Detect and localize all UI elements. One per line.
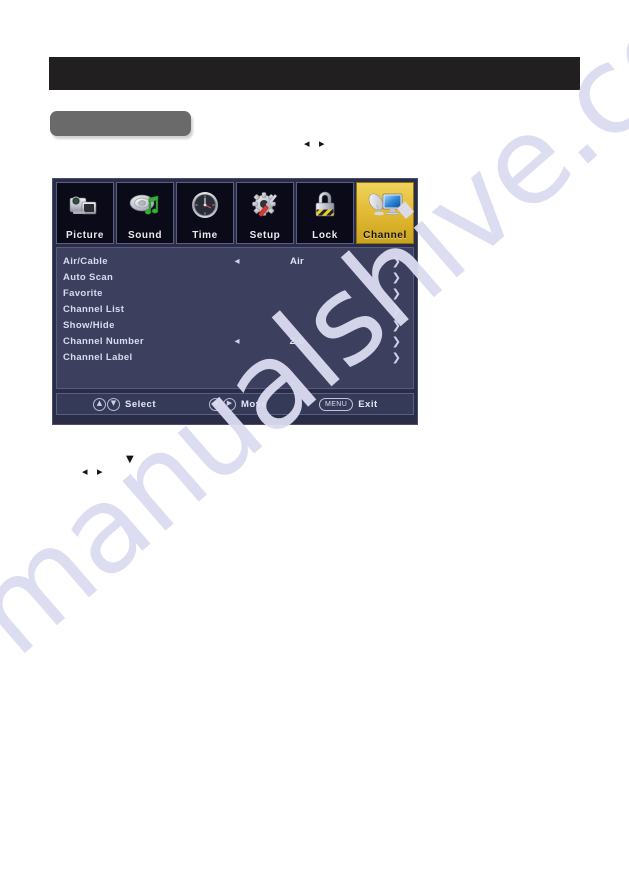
menu-row-label: Show/Hide	[63, 319, 115, 331]
hint-exit-label: Exit	[358, 398, 378, 410]
hint-move-label: Move	[241, 398, 268, 410]
menu-row-value: 2-0	[289, 335, 305, 347]
menu-key-icon: MENU	[319, 397, 354, 411]
tab-time-label: Time	[192, 230, 218, 241]
menu-row-favorite[interactable]: Favorite ❯	[63, 285, 407, 301]
tab-time[interactable]: Time	[176, 182, 234, 244]
hint-exit: MENU Exit	[319, 397, 378, 411]
hint-move: ◀ ▶ Move	[209, 397, 268, 411]
left-key-icon: ◀	[209, 397, 222, 411]
tab-channel-label: Channel	[363, 230, 407, 241]
menu-row-label: Air/Cable	[63, 255, 108, 267]
up-key-icon: ▲	[93, 397, 106, 411]
speaker-music-note-icon	[117, 187, 173, 225]
osd-tab-strip: Picture Sound Time Setup Lock Channel	[56, 182, 414, 244]
menu-row-value: Air	[289, 255, 305, 267]
left-arrow-icon[interactable]: ◂	[223, 336, 251, 347]
menu-row-label: Favorite	[63, 287, 103, 299]
down-arrow-icon: ▼	[126, 454, 137, 465]
hint-select-label: Select	[125, 398, 156, 410]
menu-row-label: Channel Number	[63, 335, 144, 347]
menu-row-channel-number[interactable]: Channel Number ◂ 2-0 ❯	[63, 333, 407, 349]
camcorder-icon	[57, 187, 113, 225]
redacted-section-chip	[50, 111, 191, 136]
right-arrow-icon[interactable]: ❯	[392, 255, 401, 268]
clock-dial-icon	[177, 187, 233, 225]
left-right-arrow-icon-bottom: ◂ ▸	[82, 465, 106, 478]
left-right-arrow-icon-top: ◂ ▸	[304, 137, 328, 150]
right-key-icon: ▶	[223, 397, 236, 411]
tab-picture[interactable]: Picture	[56, 182, 114, 244]
tab-sound[interactable]: Sound	[116, 182, 174, 244]
menu-row-air-cable[interactable]: Air/Cable ◂ Air ❯	[63, 253, 407, 269]
menu-row-auto-scan[interactable]: Auto Scan ❯	[63, 269, 407, 285]
left-right-key-icons: ◀ ▶	[209, 397, 236, 411]
down-key-icon: ▼	[107, 397, 120, 411]
menu-row-label: Channel List	[63, 303, 125, 315]
right-arrow-icon[interactable]: ❯	[392, 287, 401, 300]
right-arrow-icon[interactable]: ❯	[392, 271, 401, 284]
osd-menu-list: Air/Cable ◂ Air ❯ Auto Scan ❯ Favorite ❯…	[56, 247, 414, 389]
menu-row-show-hide[interactable]: Show/Hide ❯	[63, 317, 407, 333]
tab-channel[interactable]: Channel	[356, 182, 414, 244]
redacted-title-banner	[49, 57, 580, 90]
right-arrow-icon[interactable]: ❯	[392, 303, 401, 316]
tab-picture-label: Picture	[65, 230, 105, 241]
padlock-icon	[297, 187, 353, 225]
tab-lock-label: Lock	[312, 230, 338, 241]
gear-screwdriver-icon	[237, 187, 293, 225]
tab-sound-label: Sound	[127, 230, 163, 241]
left-arrow-icon[interactable]: ◂	[223, 256, 251, 267]
hint-select: ▲ ▼ Select	[93, 397, 156, 411]
tab-lock[interactable]: Lock	[296, 182, 354, 244]
satellite-dish-monitor-icon	[357, 187, 413, 225]
menu-row-label: Channel Label	[63, 351, 133, 363]
up-down-key-icons: ▲ ▼	[93, 397, 120, 411]
right-arrow-icon[interactable]: ❯	[392, 319, 401, 332]
osd-window: Picture Sound Time Setup Lock Channel Ai…	[52, 178, 418, 425]
tab-setup-label: Setup	[249, 230, 281, 241]
menu-row-channel-label[interactable]: Channel Label ❯	[63, 349, 407, 365]
osd-footer-bar: ▲ ▼ Select ◀ ▶ Move MENU Exit	[56, 393, 414, 415]
menu-row-label: Auto Scan	[63, 271, 114, 283]
tab-setup[interactable]: Setup	[236, 182, 294, 244]
right-arrow-icon[interactable]: ❯	[392, 335, 401, 348]
menu-row-channel-list[interactable]: Channel List ❯	[63, 301, 407, 317]
right-arrow-icon[interactable]: ❯	[392, 351, 401, 364]
